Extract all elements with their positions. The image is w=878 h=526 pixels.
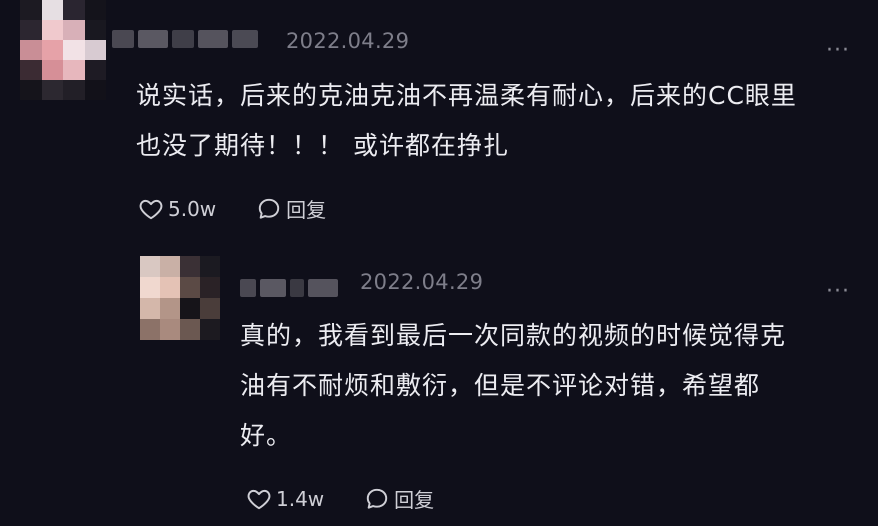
heart-icon	[139, 199, 163, 219]
more-dots-icon[interactable]: ···	[826, 40, 850, 62]
avatar[interactable]	[20, 0, 106, 100]
reply-button[interactable]: 回复	[364, 484, 434, 513]
avatar[interactable]	[140, 256, 220, 340]
comment-actions: 1.4w 回复	[246, 484, 434, 513]
comment-text-line: 说实话，后来的克油克油不再温柔有耐心，后来的CC眼里	[136, 81, 797, 110]
like-button[interactable]: 5.0w	[138, 196, 216, 222]
like-count: 1.4w	[276, 486, 325, 511]
comment-actions: 5.0w 回复	[138, 194, 326, 223]
reply-label: 回复	[286, 198, 327, 222]
more-dots-icon[interactable]: ···	[826, 281, 850, 303]
comment-date: 2022.04.29	[360, 270, 484, 294]
reply-button[interactable]: 回复	[256, 194, 326, 223]
like-count: 5.0w	[168, 196, 217, 221]
heart-icon	[247, 489, 271, 509]
comment-text-line: 好。	[240, 421, 293, 450]
like-button[interactable]: 1.4w	[246, 486, 324, 512]
comment-bubble-icon	[258, 198, 280, 219]
comment-bubble-icon	[366, 488, 388, 509]
reply-label: 回复	[394, 488, 435, 512]
comment-text-line: 真的，我看到最后一次同款的视频的时候觉得克	[240, 321, 787, 350]
username-blurred[interactable]	[240, 279, 338, 297]
username-blurred[interactable]	[112, 30, 258, 48]
comment-text-line: 油有不耐烦和敷衍，但是不评论对错，希望都	[240, 371, 761, 400]
comment-text-line: 也没了期待！！！ 或许都在挣扎	[136, 131, 509, 160]
comment-date: 2022.04.29	[286, 29, 410, 53]
